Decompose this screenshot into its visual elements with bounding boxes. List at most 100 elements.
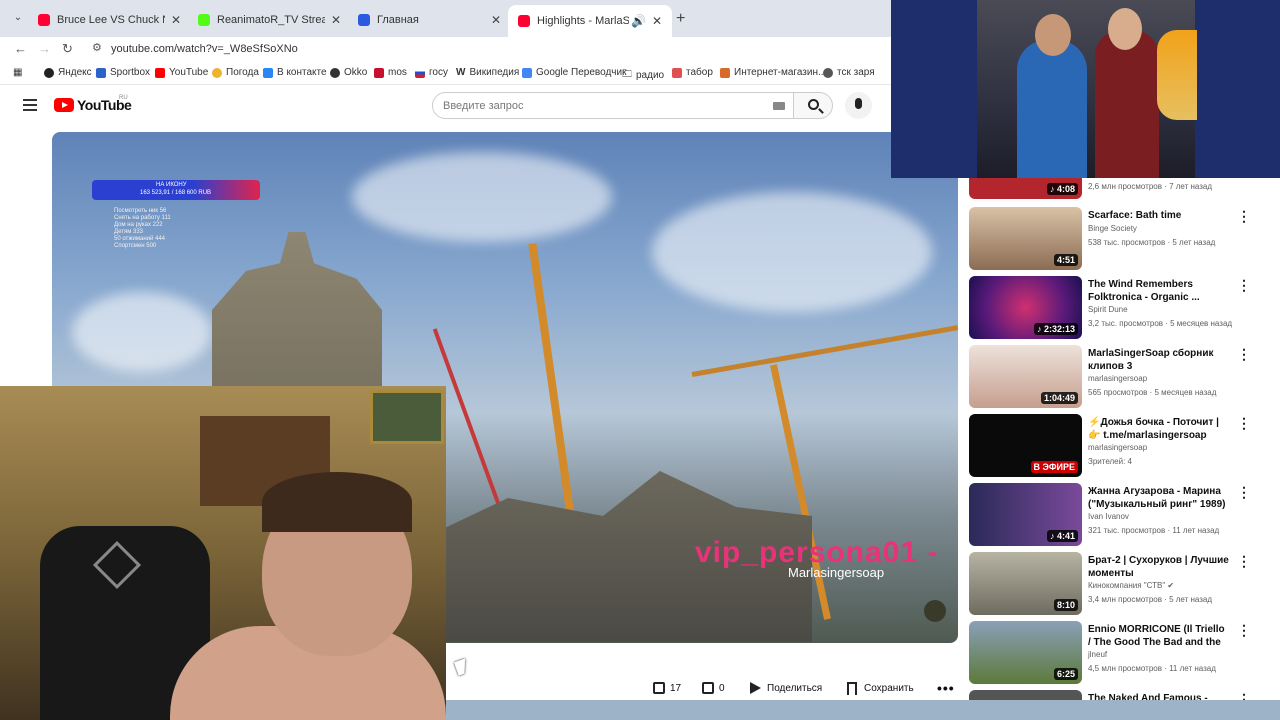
weather-icon: [212, 67, 222, 78]
more-options-icon[interactable]: [1237, 277, 1251, 294]
list-item[interactable]: ♪ 2:32:13 The Wind Remembers Folktronica…: [969, 276, 1269, 342]
bookmark-google-translate[interactable]: Google Переводчик: [522, 67, 626, 78]
donation-goal-amount: 163 523,91 / 168 600 RUB: [140, 190, 212, 196]
keyboard-icon[interactable]: [773, 102, 785, 110]
address-bar[interactable]: ⚙ youtube.com/watch?v=_W8eSfSoXNo: [86, 38, 946, 60]
globe-icon: [823, 67, 833, 78]
thumbs-up-icon: [653, 682, 665, 694]
stream-webcam-overlay: [0, 386, 446, 720]
list-item[interactable]: 4:51 Scarface: Bath time Binge Society 5…: [969, 207, 1269, 273]
gosuslugi-icon: [415, 67, 425, 78]
audio-playing-icon[interactable]: 🔊: [631, 14, 646, 28]
more-options-icon[interactable]: [1237, 691, 1251, 700]
bookmark-wikipedia[interactable]: W Википедия: [456, 67, 519, 78]
folder-icon: 🗀: [622, 69, 632, 80]
streamer-hair: [262, 472, 412, 532]
bookmark-youtube[interactable]: YouTube: [155, 67, 208, 78]
tab-highlights-active[interactable]: Highlights - MarlaSingerSoap 🔊 ✕: [508, 5, 672, 37]
video-watermark-channel: Marlasingersoap: [788, 565, 885, 580]
forward-arrow-icon[interactable]: →: [38, 41, 51, 56]
video-thumbnail[interactable]: 4:51: [969, 207, 1082, 270]
sky-cloud: [652, 192, 932, 312]
video-thumbnail[interactable]: 1:04:49: [969, 345, 1082, 408]
share-button[interactable]: Поделиться: [750, 676, 822, 700]
tabor-icon: [672, 67, 682, 78]
apps-grid-icon[interactable]: ▦: [13, 67, 22, 78]
more-actions-icon[interactable]: •••: [937, 676, 955, 700]
save-button[interactable]: Сохранить: [847, 676, 914, 700]
reload-icon[interactable]: ↻: [62, 41, 73, 57]
performer-head: [1108, 8, 1142, 50]
youtube-logo-icon[interactable]: [54, 98, 74, 112]
site-info-icon[interactable]: ⚙: [92, 41, 102, 54]
search-input[interactable]: Введите запрос: [432, 92, 794, 119]
bookmark-okko[interactable]: Okko: [330, 67, 367, 78]
mos-icon: [374, 67, 384, 78]
recommendations-sidebar: ♪ 4:08 2,6 млн просмотров · 7 лет назад …: [960, 178, 1280, 700]
more-options-icon[interactable]: [1237, 415, 1251, 432]
close-icon[interactable]: ✕: [331, 13, 341, 27]
search-button[interactable]: [793, 92, 833, 119]
video-thumbnail[interactable]: [969, 690, 1082, 700]
watermark-avatar: [924, 600, 946, 622]
bookmark-sportbox[interactable]: Sportbox: [96, 67, 150, 78]
more-options-icon[interactable]: [1237, 208, 1251, 225]
close-icon[interactable]: ✕: [491, 13, 501, 27]
bookmark-gosu[interactable]: госу: [415, 67, 448, 78]
sky-cloud: [352, 152, 612, 242]
like-button[interactable]: 17: [653, 676, 681, 700]
more-options-icon[interactable]: [1237, 346, 1251, 363]
donation-goal-title: НА ИКОНУ: [156, 182, 187, 188]
list-item[interactable]: 8:10 Брат-2 | Сухоруков | Лучшие моменты…: [969, 552, 1269, 618]
list-item[interactable]: В ЭФИРЕ ⚡Дожья бочка - Поточит | 👉 t.me/…: [969, 414, 1269, 480]
bookmark-yandex[interactable]: Яндекс: [44, 67, 92, 78]
bookmark-tsk-zarya[interactable]: тск заря: [823, 67, 875, 78]
flag: [1157, 30, 1197, 120]
tab-bruce-lee[interactable]: Bruce Lee VS Chuck Norris Full ✕: [28, 6, 191, 34]
bookmark-vk[interactable]: В контакте: [263, 67, 327, 78]
close-icon[interactable]: ✕: [652, 14, 662, 28]
tab-reanimator[interactable]: ReanimatoR_TV Stream - Watch ✕: [188, 6, 351, 34]
new-tab-plus-icon[interactable]: +: [676, 10, 685, 28]
close-icon[interactable]: ✕: [171, 13, 181, 27]
crane-jib: [691, 325, 958, 377]
video-thumbnail[interactable]: В ЭФИРЕ: [969, 414, 1082, 477]
bookmark-shop[interactable]: Интернет-магазин...: [720, 67, 826, 78]
performer-head: [1035, 14, 1071, 56]
tab-home[interactable]: Главная ✕: [348, 6, 511, 34]
video-thumbnail[interactable]: ♪ 2:32:13: [969, 276, 1082, 339]
page-favicon-icon: [358, 14, 370, 26]
more-options-icon[interactable]: [1237, 622, 1251, 639]
video-thumbnail[interactable]: 8:10: [969, 552, 1082, 615]
okko-icon: [330, 67, 340, 78]
more-options-icon[interactable]: [1237, 484, 1251, 501]
video-thumbnail[interactable]: ♪ 4:41: [969, 483, 1082, 546]
list-item[interactable]: 6:25 Ennio MORRICONE (Il Triello / The G…: [969, 621, 1269, 687]
tab-bar: ⌄ Bruce Lee VS Chuck Norris Full ✕ Reani…: [0, 0, 960, 37]
list-item[interactable]: ♪ 4:08 2,6 млн просмотров · 7 лет назад: [969, 178, 1269, 202]
bookmark-weather[interactable]: Погода: [212, 67, 259, 78]
bookmarks-bar: ▦ Яндекс Sportbox YouTube Погода В конта…: [0, 61, 960, 85]
video-actions: 17 0 Поделиться Сохранить •••: [640, 676, 960, 700]
menu-icon[interactable]: [23, 99, 37, 111]
bookmark-tabor[interactable]: табор: [672, 67, 713, 78]
region-label: RU: [119, 95, 128, 101]
list-item[interactable]: The Naked And Famous -: [969, 690, 1269, 700]
donation-stats: Посмотреть ник 56 Снять на работу 111 До…: [114, 208, 171, 249]
stream-camera-overlay-top: [891, 0, 1280, 178]
bookmark-folder-radio[interactable]: 🗀 радио: [622, 67, 664, 84]
shop-icon: [720, 67, 730, 78]
video-thumbnail[interactable]: 6:25: [969, 621, 1082, 684]
dislike-button[interactable]: 0: [702, 676, 725, 700]
tab-list-chevron-icon[interactable]: ⌄: [10, 10, 26, 26]
bookmark-mos[interactable]: mos: [374, 67, 407, 78]
list-item[interactable]: 1:04:49 MarlaSingerSoap сборник клипов 3…: [969, 345, 1269, 411]
list-item[interactable]: ♪ 4:41 Жанна Агузарова - Марина ("Музыка…: [969, 483, 1269, 549]
voice-search-mic-icon[interactable]: [845, 92, 872, 119]
vk-icon: [263, 67, 273, 78]
search-icon: [808, 99, 819, 110]
video-thumbnail[interactable]: ♪ 4:08: [969, 178, 1082, 199]
kick-favicon-icon: [198, 14, 210, 26]
back-arrow-icon[interactable]: ←: [14, 41, 27, 56]
more-options-icon[interactable]: [1237, 553, 1251, 570]
